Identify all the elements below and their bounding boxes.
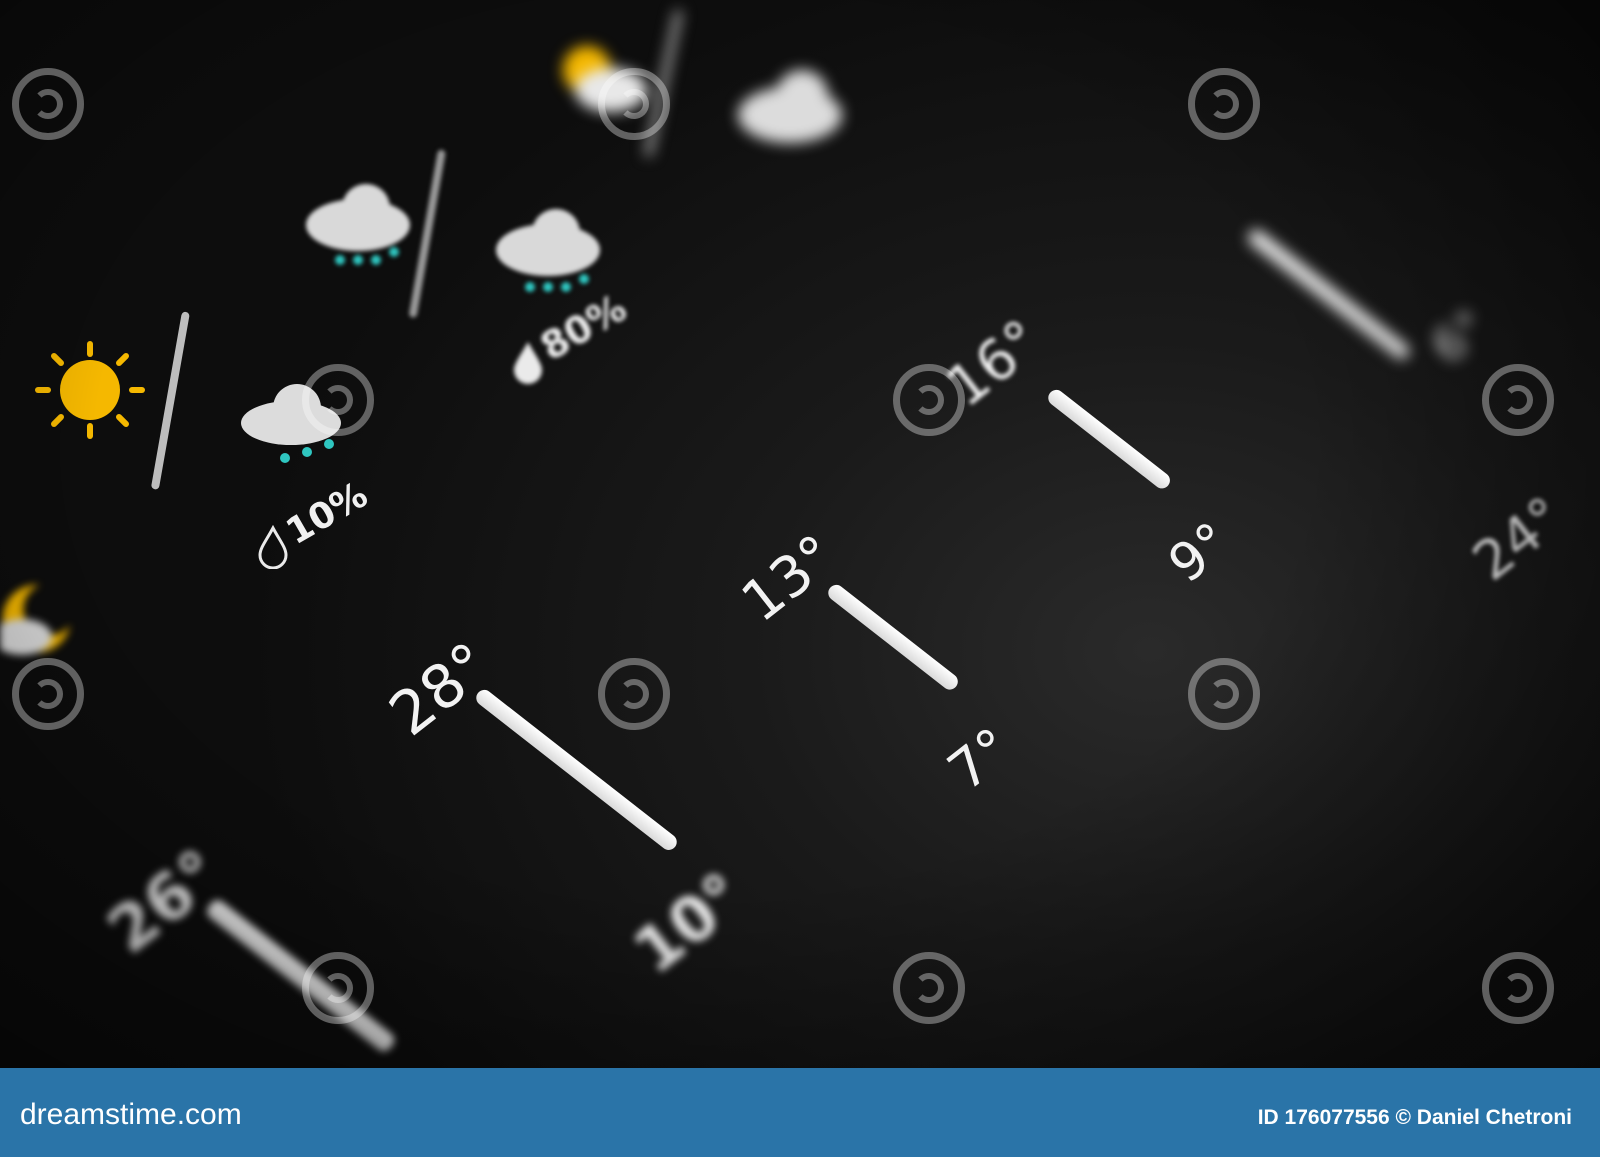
watermark-swirl-icon: [893, 364, 965, 436]
watermark-swirl-icon: [12, 68, 84, 140]
watermark-swirl-icon: [1482, 952, 1554, 1024]
stock-footer-bar: dreamstime.com ID 176077556 © Daniel Che…: [0, 1068, 1600, 1157]
watermark-swirl-icon: [12, 658, 84, 730]
watermark-layer: [0, 0, 1600, 1068]
image-credit: ID 176077556 © Daniel Chetroni: [1257, 1106, 1572, 1129]
weather-photo: 6° 80% 16° 24° 10% 28° 13° 7° 9° 10° 26°: [0, 0, 1600, 1068]
watermark-swirl-icon: [302, 364, 374, 436]
watermark-swirl-icon: [893, 952, 965, 1024]
watermark-swirl-icon: [1188, 658, 1260, 730]
stock-brand-logo[interactable]: dreamstime.com: [20, 1098, 242, 1132]
watermark-swirl-icon: [1188, 68, 1260, 140]
watermark-swirl-icon: [1482, 364, 1554, 436]
watermark-swirl-icon: [598, 68, 670, 140]
watermark-swirl-icon: [302, 952, 374, 1024]
watermark-swirl-icon: [598, 658, 670, 730]
